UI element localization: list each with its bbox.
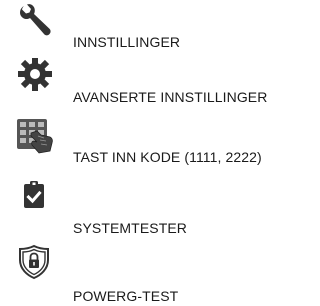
- gear-icon: [10, 58, 60, 102]
- menu-item-label: SYSTEMTESTER: [73, 220, 187, 236]
- settings-menu: INNSTILLINGER AVANSERTE INNSTILLINGER TA…: [0, 0, 320, 306]
- menu-item-tast-inn-kode[interactable]: TAST INN KODE (1111, 2222): [0, 118, 320, 170]
- shield-lock-icon: [10, 244, 60, 288]
- keypad-hand-icon: [10, 118, 60, 162]
- menu-item-label: POWERG-TEST: [73, 288, 179, 304]
- menu-item-label: AVANSERTE INNSTILLINGER: [73, 89, 268, 105]
- menu-item-innstillinger[interactable]: INNSTILLINGER: [0, 0, 320, 52]
- wrench-icon: [10, 2, 60, 46]
- menu-item-avanserte-innstillinger[interactable]: AVANSERTE INNSTILLINGER: [0, 58, 320, 110]
- menu-item-systemtester[interactable]: SYSTEMTESTER: [0, 180, 320, 236]
- menu-item-label: INNSTILLINGER: [73, 34, 181, 50]
- menu-item-powerg-test[interactable]: POWERG-TEST: [0, 244, 320, 304]
- clipboard-check-icon: [10, 180, 60, 224]
- menu-item-label: TAST INN KODE (1111, 2222): [73, 149, 262, 165]
